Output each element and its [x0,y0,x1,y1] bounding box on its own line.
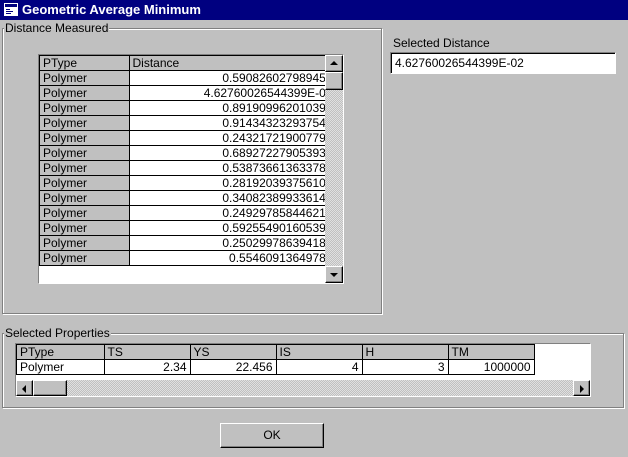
table-row[interactable]: Polymer 0.281920393756109 [40,175,337,191]
row-distance-cell[interactable]: 0.249297858446214 [129,205,337,221]
down-arrow-icon [330,273,338,277]
row-distance-cell[interactable]: 0.592554901605396 [129,220,337,236]
scroll-left-button[interactable] [16,380,33,396]
scroll-up-button[interactable] [325,55,343,72]
column-header-ys[interactable]: YS [190,345,277,360]
column-header-ts[interactable]: TS [104,345,191,360]
properties-grid[interactable]: PType TS YS IS H TM Polymer 2.34 22.456 4 3 1000000 [15,343,591,397]
row-distance-cell[interactable]: 0.891909962010398 [129,100,337,116]
table-row[interactable]: Polymer 4.62760026544399E-02 [40,85,337,101]
selected-properties-legend: Selected Properties [4,326,111,340]
column-header-distance[interactable]: Distance [129,56,337,71]
distance-scroll-thumb[interactable] [325,72,343,90]
row-distance-cell[interactable]: 0.689272279053933 [129,145,337,161]
window-icon[interactable] [4,3,18,16]
table-row[interactable]: Polymer 0.914343232937548 [40,115,337,131]
distance-vertical-scrollbar[interactable] [325,55,343,283]
table-row[interactable]: Polymer 0.590826027989457 [40,70,337,86]
column-header-ptype[interactable]: PType [17,345,105,360]
properties-table: PType TS YS IS H TM Polymer 2.34 22.456 4 3 1000000 [17,345,535,375]
row-distance-cell[interactable]: 0.914343232937548 [129,115,337,131]
table-row[interactable]: Polymer 0.592554901605396 [40,220,337,236]
ok-button[interactable]: OK [220,423,324,448]
table-row[interactable]: Polymer 0.55460913649781 [40,250,337,266]
scroll-right-button[interactable] [573,380,590,396]
row-ptype-cell[interactable]: Polymer [40,205,130,221]
up-arrow-icon [330,61,338,65]
properties-horizontal-scrollbar[interactable] [16,380,590,396]
distance-measured-legend: Distance Measured [4,21,110,35]
row-ptype-cell[interactable]: Polymer [40,85,130,101]
property-cell-ys[interactable]: 22.456 [190,359,277,375]
window-title: Geometric Average Minimum [22,2,201,17]
property-cell-ptype[interactable]: Polymer [17,359,105,375]
geometric-average-minimum-window: Geometric Average Minimum Distance Measu… [0,0,628,457]
row-distance-cell[interactable]: 0.590826027989457 [129,70,337,86]
distance-table: PType Distance Polymer 0.590826027989457 Pol… [40,56,337,266]
row-distance-cell[interactable]: 0.243217219007791 [129,130,337,146]
column-header-is[interactable]: IS [276,345,363,360]
left-arrow-icon [22,385,26,393]
row-ptype-cell[interactable]: Polymer [40,130,130,146]
table-row[interactable]: Polymer 0.249297858446214 [40,205,337,221]
row-distance-cell[interactable]: 0.538736613633785 [129,160,337,176]
title-bar[interactable]: Geometric Average Minimum [0,0,628,20]
right-arrow-icon [580,385,584,393]
row-ptype-cell[interactable]: Polymer [40,145,130,161]
property-cell-is[interactable]: 4 [276,359,363,375]
column-header-tm[interactable]: TM [448,345,535,360]
row-ptype-cell[interactable]: Polymer [40,160,130,176]
row-ptype-cell[interactable]: Polymer [40,100,130,116]
distance-grid[interactable]: PType Distance Polymer 0.590826027989457 Pol… [38,54,344,284]
column-header-h[interactable]: H [362,345,449,360]
row-ptype-cell[interactable]: Polymer [40,175,130,191]
table-row[interactable]: Polymer 0.891909962010398 [40,100,337,116]
row-distance-cell[interactable]: 0.340823899336146 [129,190,337,206]
selected-distance-field[interactable]: 4.62760026544399E-02 [390,52,616,74]
row-distance-cell[interactable]: 0.55460913649781 [129,250,337,266]
column-header-ptype[interactable]: PType [40,56,130,71]
row-ptype-cell[interactable]: Polymer [40,235,130,251]
table-row[interactable]: Polymer 0.243217219007791 [40,130,337,146]
table-row[interactable]: Polymer 0.340823899336146 [40,190,337,206]
row-distance-cell[interactable]: 0.250299786394187 [129,235,337,251]
properties-header-row: PType TS YS IS H TM [17,345,535,360]
row-ptype-cell[interactable]: Polymer [40,115,130,131]
properties-scroll-thumb[interactable] [33,380,67,396]
row-ptype-cell[interactable]: Polymer [40,70,130,86]
row-ptype-cell[interactable]: Polymer [40,190,130,206]
row-ptype-cell[interactable]: Polymer [40,220,130,236]
scroll-down-button[interactable] [325,266,343,283]
table-row[interactable]: Polymer 2.34 22.456 4 3 1000000 [17,359,535,375]
property-cell-ts[interactable]: 2.34 [104,359,191,375]
property-cell-tm[interactable]: 1000000 [448,359,535,375]
row-distance-cell[interactable]: 0.281920393756109 [129,175,337,191]
row-ptype-cell[interactable]: Polymer [40,250,130,266]
row-distance-cell[interactable]: 4.62760026544399E-02 [129,85,337,101]
table-row[interactable]: Polymer 0.250299786394187 [40,235,337,251]
distance-header-row: PType Distance [40,56,337,71]
property-cell-h[interactable]: 3 [362,359,449,375]
table-row[interactable]: Polymer 0.689272279053933 [40,145,337,161]
table-row[interactable]: Polymer 0.538736613633785 [40,160,337,176]
selected-distance-label: Selected Distance [393,36,490,50]
